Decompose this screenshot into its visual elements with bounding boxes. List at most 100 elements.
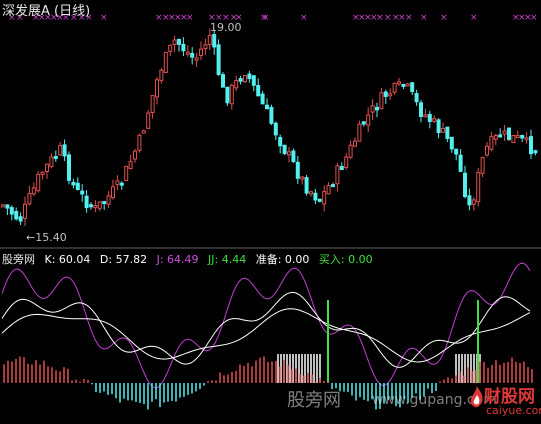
signal-marker: ×	[440, 13, 448, 23]
candle-body	[463, 172, 467, 198]
candle-body	[419, 102, 423, 117]
signal-marker: ×	[100, 13, 108, 23]
candle-body	[212, 34, 217, 48]
candle-body	[256, 85, 261, 97]
candle-body	[203, 44, 208, 50]
candle-body	[498, 134, 503, 138]
candle-body	[1, 204, 5, 208]
candle-body	[128, 161, 133, 169]
candle-body	[388, 93, 393, 97]
candle-body	[344, 156, 349, 168]
candle-body	[458, 154, 463, 172]
price-low-label: ←15.40	[26, 231, 67, 244]
candle-body	[168, 44, 173, 52]
candle-body	[441, 127, 445, 133]
candle-body	[18, 216, 23, 222]
chart-title: 深发展A (日线)	[2, 4, 91, 19]
logo-url: caiyue.com	[486, 404, 541, 417]
candle-body	[159, 69, 164, 82]
candle-body	[375, 106, 379, 111]
candle-body	[533, 150, 538, 154]
candle-body	[278, 137, 283, 147]
indicator-d: D: 57.82	[99, 253, 148, 266]
candle-body	[225, 86, 230, 104]
candle-body	[23, 203, 27, 219]
candle-body	[309, 191, 313, 195]
candle-body	[436, 119, 441, 134]
candle-body	[427, 113, 432, 122]
candle-body	[251, 75, 256, 86]
candle-body	[14, 210, 19, 220]
candle-body	[467, 195, 472, 206]
candle-body	[322, 191, 327, 205]
candle-body	[313, 192, 318, 201]
j-line	[1, 262, 531, 389]
candle-body	[405, 83, 410, 87]
candle-body	[27, 193, 32, 205]
candle-body	[102, 201, 107, 205]
candle-body	[291, 150, 296, 163]
candle-body	[287, 151, 291, 156]
candle-body	[71, 181, 76, 186]
candle-body	[300, 176, 305, 180]
signal-marker: ×	[405, 13, 413, 23]
candle-body	[454, 148, 459, 155]
candle-body	[89, 204, 93, 208]
watermark-center: 股旁网	[287, 390, 341, 411]
candle-body	[265, 104, 269, 110]
candle-body	[9, 207, 14, 215]
candle-body	[379, 92, 384, 110]
candle-body	[62, 144, 67, 157]
candle-body	[172, 39, 177, 45]
signal-marker: ×	[262, 13, 270, 23]
signal-marker: ×	[186, 13, 194, 23]
candle-body	[493, 135, 498, 140]
candle-body	[397, 81, 401, 85]
candle-body	[366, 114, 371, 126]
candle-body	[49, 156, 54, 167]
indicator-k: K: 60.04	[44, 253, 91, 266]
candle-body	[80, 190, 85, 195]
candle-body	[339, 166, 344, 171]
price-high-label: 19.00	[210, 21, 242, 34]
candle-body	[511, 134, 516, 143]
candle-body	[357, 123, 362, 142]
candle-body	[93, 205, 98, 209]
candle-body	[67, 154, 71, 181]
signal-marker: ×	[530, 13, 538, 23]
candle-body	[216, 44, 221, 75]
candle-body	[207, 34, 212, 45]
candle-body	[243, 75, 247, 83]
candle-body	[137, 134, 142, 151]
candle-body	[260, 93, 265, 105]
candle-body	[146, 112, 151, 129]
candle-body	[326, 185, 331, 195]
candle-body	[515, 135, 520, 139]
candle-body	[177, 38, 181, 45]
candle-body	[238, 78, 243, 82]
candle-body	[410, 82, 415, 93]
candle-body	[432, 118, 437, 122]
candle-body	[524, 137, 529, 141]
candle-body	[124, 165, 129, 181]
candle-body	[234, 79, 239, 89]
candle-body	[520, 134, 525, 139]
indicator-jj: JJ: 4.44	[208, 253, 247, 266]
candle-body	[221, 74, 225, 88]
site-logo: 财股网 caiyue.com	[470, 382, 541, 418]
signal-marker: ×	[470, 13, 478, 23]
candle-body	[273, 122, 278, 136]
candle-body	[471, 199, 476, 205]
candle-body	[133, 150, 137, 160]
signal-marker: ×	[420, 13, 428, 23]
candle-body	[163, 51, 168, 74]
candle-body	[282, 144, 287, 154]
indicator-buy: 买入: 0.00	[318, 253, 373, 266]
d-line	[1, 308, 531, 363]
candle-body	[335, 165, 340, 185]
candle-body	[348, 144, 353, 158]
candle-body	[5, 204, 10, 209]
candle-body	[476, 172, 481, 203]
indicator-name: 股旁网	[2, 253, 35, 266]
candle-body	[449, 136, 454, 150]
